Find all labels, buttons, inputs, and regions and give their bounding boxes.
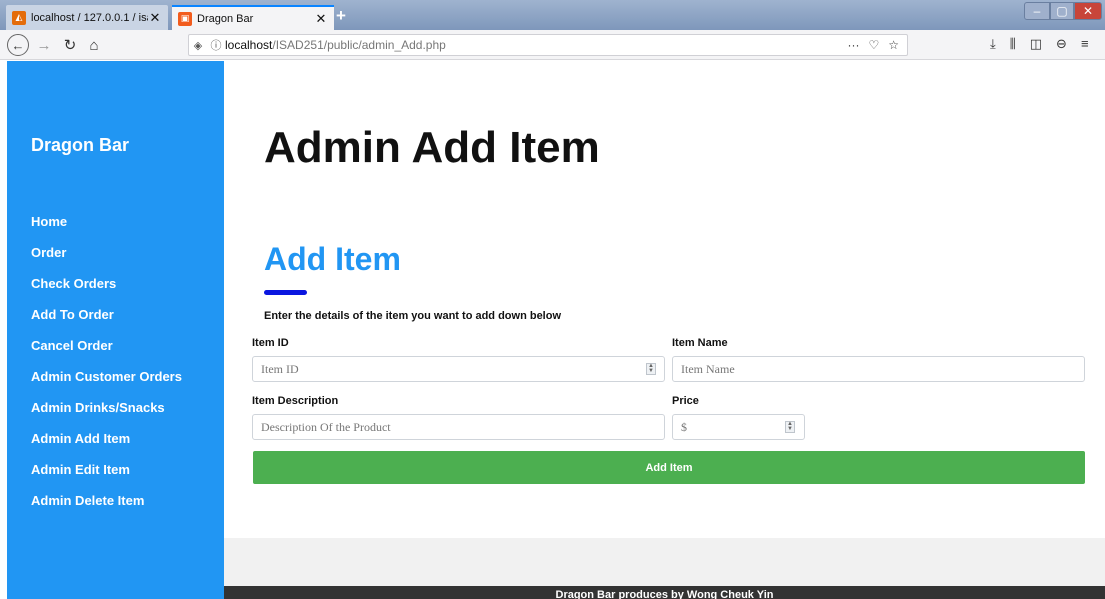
download-icon[interactable]: ⤓ [990, 36, 996, 52]
reload-icon[interactable]: ↻ [62, 34, 78, 56]
sidebar-item-cancel-order[interactable]: Cancel Order [31, 337, 182, 368]
sidebar-item-admin-drinks-snacks[interactable]: Admin Drinks/Snacks [31, 399, 182, 430]
price-label: Price [672, 395, 699, 407]
add-item-button[interactable]: Add Item [253, 451, 1085, 484]
item-name-input[interactable] [672, 356, 1085, 382]
price-spinner-icon[interactable]: ▲ ▼ [785, 421, 795, 433]
account-icon[interactable]: ⊖ [1056, 36, 1067, 52]
sidebar-item-admin-customer-orders[interactable]: Admin Customer Orders [31, 368, 182, 399]
footer-text: Dragon Bar produces by Wong Cheuk Yin [555, 589, 774, 599]
new-tab-button[interactable]: + [336, 6, 346, 26]
form-intro: Enter the details of the item you want t… [264, 310, 562, 322]
sidebar-menu: Home Order Check Orders Add To Order Can… [31, 213, 182, 523]
brand-title: Dragon Bar [31, 135, 130, 155]
title-underline [264, 290, 307, 295]
main-content: Admin Add Item Add Item Enter the detail… [224, 61, 1105, 599]
sidebar-item-admin-delete-item[interactable]: Admin Delete Item [31, 492, 182, 523]
pocket-icon[interactable]: ♡ [868, 38, 879, 52]
sidebar-item-add-to-order[interactable]: Add To Order [31, 306, 182, 337]
footer-spacer [224, 538, 1105, 586]
maximize-button[interactable]: ▢ [1050, 2, 1074, 20]
library-icon[interactable]: ⫼ [1010, 36, 1016, 52]
section-title: Add Item [264, 241, 401, 277]
sidebar-item-admin-add-item[interactable]: Admin Add Item [31, 430, 182, 461]
browser-titlebar: ◭ localhost / 127.0.0.1 / isad251 ✕ ▣ Dr… [0, 0, 1105, 30]
sidebar-item-order[interactable]: Order [31, 244, 182, 275]
tab-close-icon[interactable]: ✕ [314, 11, 328, 27]
item-id-input[interactable] [252, 356, 665, 382]
minimize-button[interactable]: – [1024, 2, 1050, 20]
tab-close-icon[interactable]: ✕ [148, 10, 162, 26]
footer: Dragon Bar produces by Wong Cheuk Yin [224, 586, 1105, 599]
item-description-input[interactable] [252, 414, 665, 440]
item-id-spinner-icon[interactable]: ▲ ▼ [646, 363, 656, 375]
item-id-label: Item ID [252, 337, 289, 349]
site-info-icon[interactable]: ⓘ [207, 37, 225, 53]
sidebar: Dragon Bar Home Order Check Orders Add T… [7, 61, 224, 599]
url-path: /ISAD251/public/admin_Add.php [272, 38, 446, 52]
menu-icon[interactable]: ≡ [1081, 36, 1089, 52]
bookmark-star-icon[interactable]: ☆ [888, 38, 899, 52]
browser-toolbar-right: ⤓ ⫼ ◫ ⊖ ≡ [990, 36, 1089, 52]
home-icon[interactable]: ⌂ [86, 34, 102, 56]
address-bar[interactable]: ◈ ⓘ localhost /ISAD251/public/admin_Add.… [188, 34, 908, 56]
phpmyadmin-icon: ◭ [12, 10, 26, 25]
tracking-shield-icon[interactable]: ◈ [189, 39, 207, 52]
tab-label: Dragon Bar [197, 12, 254, 25]
tab-dragon-bar[interactable]: ▣ Dragon Bar ✕ [172, 5, 334, 30]
browser-navbar: ← → ↻ ⌂ ◈ ⓘ localhost /ISAD251/public/ad… [0, 30, 1105, 60]
sidebar-item-check-orders[interactable]: Check Orders [31, 275, 182, 306]
page-actions-icon[interactable]: ··· [847, 38, 859, 52]
url-host: localhost [225, 38, 273, 52]
sidebar-icon[interactable]: ◫ [1030, 36, 1042, 52]
sidebar-item-home[interactable]: Home [31, 213, 182, 244]
tab-phpmyadmin[interactable]: ◭ localhost / 127.0.0.1 / isad251 ✕ [6, 5, 168, 30]
sidebar-item-admin-edit-item[interactable]: Admin Edit Item [31, 461, 182, 492]
page-title: Admin Add Item [264, 123, 600, 172]
back-icon[interactable]: ← [7, 34, 29, 56]
close-window-button[interactable]: ✕ [1074, 2, 1102, 20]
forward-icon[interactable]: → [37, 34, 52, 56]
item-name-label: Item Name [672, 337, 728, 349]
site-favicon-icon: ▣ [178, 11, 192, 26]
item-description-label: Item Description [252, 395, 339, 407]
tab-label: localhost / 127.0.0.1 / isad251 [31, 11, 148, 24]
